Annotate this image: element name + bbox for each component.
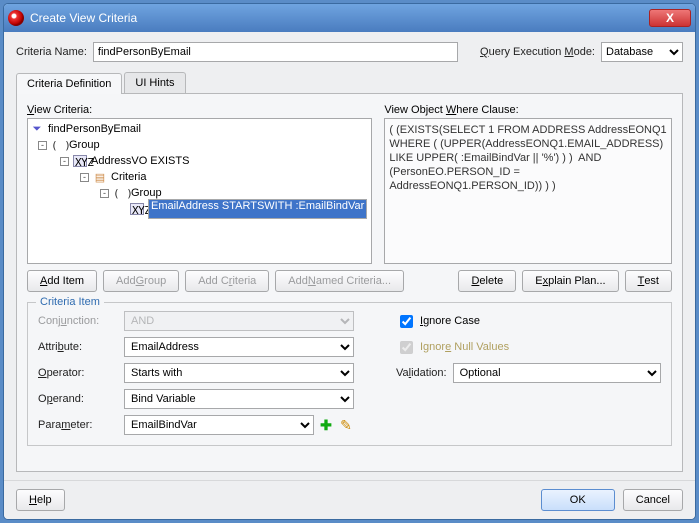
ignore-null-checkbox: Ignore Null Values (396, 338, 661, 357)
criteria-icon (93, 171, 107, 183)
add-criteria-button: Add Criteria (185, 270, 269, 292)
tabs: Criteria Definition UI Hints (16, 72, 683, 94)
explain-plan-button[interactable]: Explain Plan... (522, 270, 618, 292)
help-button[interactable]: Help (16, 489, 65, 511)
window-title: Create View Criteria (30, 11, 649, 25)
close-button[interactable]: X (649, 9, 691, 27)
tree-criteria: Criteria (111, 171, 146, 183)
operand-select[interactable]: Bind Variable (124, 389, 354, 409)
operand-label: Operand: (38, 393, 118, 405)
attribute-label: Attribute: (38, 341, 118, 353)
xyz-icon: XYZ (73, 155, 87, 167)
tree-group2: Group (131, 187, 162, 199)
tree-group: Group (69, 139, 100, 151)
toggle-icon[interactable]: - (60, 157, 69, 166)
delete-button[interactable]: Delete (458, 270, 516, 292)
exec-mode-select[interactable]: Database (601, 42, 683, 62)
parameter-label: Parameter: (38, 419, 118, 431)
tab-criteria-definition[interactable]: Criteria Definition (16, 73, 122, 94)
tab-content: View Criteria: findPersonByEmail -( )Gro… (16, 94, 683, 472)
toggle-icon[interactable]: - (100, 189, 109, 198)
attribute-select[interactable]: EmailAddress (124, 337, 354, 357)
group-icon: ( ) (113, 187, 127, 199)
operator-select[interactable]: Starts with (124, 363, 354, 383)
funnel-icon (30, 123, 44, 135)
edit-parameter-icon[interactable]: ✎ (338, 417, 354, 433)
tree-address: AddressVO EXISTS (91, 155, 189, 167)
conjunction-label: Conjunction: (38, 315, 118, 327)
criteria-name-label: Criteria Name: (16, 46, 87, 58)
validation-label: Validation: (396, 367, 447, 379)
group-icon: ( ) (51, 139, 65, 151)
titlebar[interactable]: Create View Criteria X (4, 4, 695, 32)
operator-label: Operator: (38, 367, 118, 379)
toggle-icon[interactable]: - (38, 141, 47, 150)
criteria-item-fieldset: Criteria Item Conjunction: AND Ignore Ca… (27, 302, 672, 446)
where-clause-label: View Object Where Clause: (384, 104, 672, 116)
view-criteria-label: View Criteria: (27, 104, 372, 116)
criteria-tree[interactable]: findPersonByEmail -( )Group -XYZAddressV… (27, 118, 372, 264)
add-parameter-icon[interactable]: ✚ (318, 417, 334, 433)
toggle-icon[interactable]: - (80, 173, 89, 182)
tree-selected-item[interactable]: EmailAddress STARTSWITH :EmailBindVar (148, 199, 367, 219)
dialog-window: Create View Criteria X Criteria Name: Qu… (3, 3, 696, 520)
tab-ui-hints[interactable]: UI Hints (124, 72, 185, 93)
exec-mode-label: Query Execution Mode: (480, 46, 595, 58)
ignore-case-checkbox[interactable]: Ignore Case (396, 312, 661, 331)
add-named-criteria-button: Add Named Criteria... (275, 270, 404, 292)
parameter-select[interactable]: EmailBindVar (124, 415, 314, 435)
add-item-button[interactable]: Add Item (27, 270, 97, 292)
cancel-button[interactable]: Cancel (623, 489, 683, 511)
where-clause-text: ( (EXISTS(SELECT 1 FROM ADDRESS AddressE… (384, 118, 672, 264)
dialog-footer: Help OK Cancel (4, 480, 695, 519)
criteria-name-input[interactable] (93, 42, 458, 62)
add-group-button: Add Group (103, 270, 179, 292)
dialog-body: Criteria Name: Query Execution Mode: Dat… (4, 32, 695, 480)
validation-select[interactable]: Optional (453, 363, 661, 383)
conjunction-select: AND (124, 311, 354, 331)
test-button[interactable]: Test (625, 270, 672, 292)
ignore-null-input (400, 341, 413, 354)
app-icon (8, 10, 24, 26)
ok-button[interactable]: OK (541, 489, 615, 511)
ignore-case-input[interactable] (400, 315, 413, 328)
tree-root: findPersonByEmail (48, 123, 141, 135)
xyz-icon: XYZ (130, 203, 144, 215)
criteria-item-legend: Criteria Item (36, 296, 104, 308)
